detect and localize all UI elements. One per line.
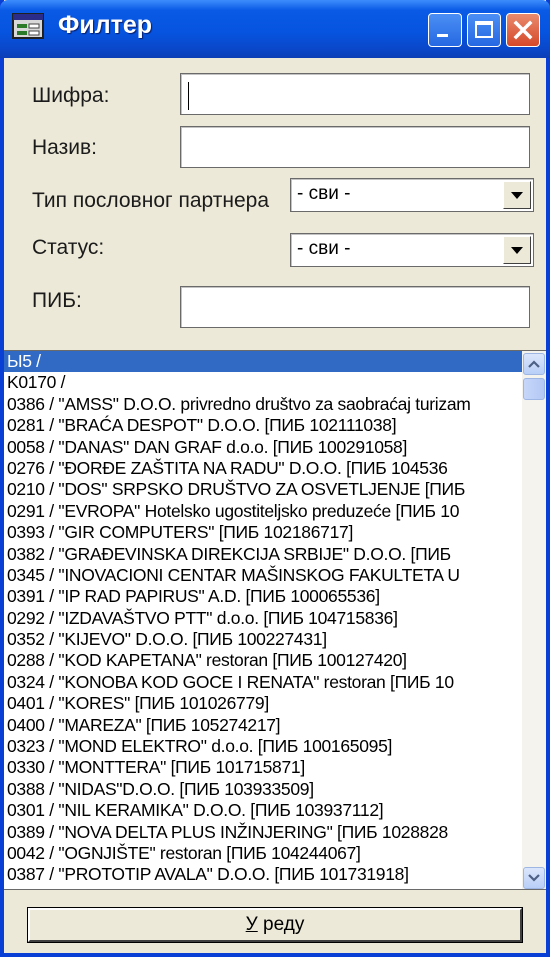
chevron-down-icon xyxy=(511,247,523,254)
list-item[interactable]: 0042 / "OGNJIŠTE" restoran [ПИБ 10424406… xyxy=(4,843,522,864)
filter-dialog: Филтер Шифра: Назив: Тип пословног партн… xyxy=(0,0,550,957)
minimize-icon xyxy=(437,34,448,37)
scroll-up-button[interactable] xyxy=(523,353,545,375)
list-item[interactable]: 0210 / "DOS" SRPSKO DRUŠTVO ZA OSVETLJEN… xyxy=(4,479,522,500)
list-item[interactable]: 0291 / "EVROPA" Hotelsko ugostiteljsko p… xyxy=(4,501,522,522)
list-item[interactable]: 0301 / "NIL KERAMIKA" D.O.O. [ПИБ 103937… xyxy=(4,800,522,821)
list-item[interactable]: 0389 / "NOVA DELTA PLUS INŽINJERING" [ПИ… xyxy=(4,822,522,843)
ok-button[interactable]: У реду xyxy=(27,907,523,943)
ok-button-label: реду xyxy=(257,914,305,935)
text-caret xyxy=(188,82,189,110)
status-select[interactable]: - сви - xyxy=(290,233,534,267)
list-item[interactable]: 0400 / "MAREZA" [ПИБ 105274217] xyxy=(4,715,522,736)
chevron-down-icon xyxy=(528,874,540,882)
list-item[interactable]: 0391 / "IP RAD PAPIRUS" A.D. [ПИБ 100065… xyxy=(4,586,522,607)
form-app-icon xyxy=(12,13,44,39)
partner-type-dropdown-button[interactable] xyxy=(503,181,531,209)
sifra-label: Шифра: xyxy=(32,84,110,107)
list-item[interactable]: 0393 / "GIR COMPUTERS" [ПИБ 102186717] xyxy=(4,522,522,543)
list-item[interactable]: 0281 / "BRAĆA DESPOT" D.O.O. [ПИБ 102111… xyxy=(4,415,522,436)
partner-list: Ы5 /K0170 /0386 / "AMSS" D.O.O. privredn… xyxy=(4,351,522,889)
status-dropdown-button[interactable] xyxy=(503,236,531,264)
ok-button-mnemonic: У xyxy=(245,914,258,935)
list-item[interactable]: 0345 / "INOVACIONI CENTAR MAŠINSKOG FAKU… xyxy=(4,565,522,586)
list-item[interactable]: K0170 / xyxy=(4,372,522,393)
maximize-button[interactable] xyxy=(467,13,501,47)
status-value: - сви - xyxy=(297,238,351,259)
pib-input[interactable] xyxy=(180,286,530,328)
list-item[interactable]: 0276 / "ĐORĐE ZAŠTITA NA RADU" D.O.O. [П… xyxy=(4,458,522,479)
chevron-up-icon xyxy=(528,360,540,368)
partner-type-value: - сви - xyxy=(297,183,351,204)
list-item[interactable]: 0288 / "KOD KAPETANA" restoran [ПИБ 1001… xyxy=(4,650,522,671)
list-item[interactable]: Ы5 / xyxy=(4,351,522,373)
list-item[interactable]: 0386 / "AMSS" D.O.O. privredno društvo z… xyxy=(4,394,522,415)
list-item[interactable]: 0058 / "DANAS" DAN GRAF d.o.o. [ПИБ 1002… xyxy=(4,437,522,458)
list-item[interactable]: 0330 / "MONTTERA" [ПИБ 101715871] xyxy=(4,757,522,778)
list-item[interactable]: 0401 / "KORES" [ПИБ 101026779] xyxy=(4,693,522,714)
window-title: Филтер xyxy=(58,11,153,39)
scroll-down-button[interactable] xyxy=(523,867,545,889)
naziv-input[interactable] xyxy=(180,126,530,168)
list-item[interactable]: 0382 / "GRAĐEVINSKA DIREKCIJA SRBIJE" D.… xyxy=(4,544,522,565)
naziv-label: Назив: xyxy=(32,136,97,159)
partner-type-label: Тип пословног партнера xyxy=(32,189,270,212)
maximize-icon xyxy=(475,21,493,38)
list-item[interactable]: 0388 / "NIDAS"D.O.O. [ПИБ 103933509] xyxy=(4,779,522,800)
list-item[interactable]: 0292 / "IZDAVAŠTVO PTT" d.o.o. [ПИБ 1047… xyxy=(4,608,522,629)
list-item[interactable]: 0387 / "PROTOTIP AVALA" D.O.O. [ПИБ 1017… xyxy=(4,864,522,885)
sifra-input[interactable] xyxy=(180,73,530,115)
list-item[interactable]: 0324 / "KONOBA KOD GOCE I RENATA" restor… xyxy=(4,672,522,693)
close-icon xyxy=(513,20,533,40)
close-button[interactable] xyxy=(506,13,540,47)
pib-label: ПИБ: xyxy=(32,289,82,312)
partner-type-select[interactable]: - сви - xyxy=(290,178,534,212)
chevron-down-icon xyxy=(511,192,523,199)
list-item[interactable]: 0323 / "MOND ELEKTRO" d.o.o. [ПИБ 100165… xyxy=(4,736,522,757)
scroll-thumb[interactable] xyxy=(523,378,545,400)
partner-listbox[interactable]: Ы5 /K0170 /0386 / "AMSS" D.O.O. privredn… xyxy=(4,350,546,890)
list-item[interactable]: 0352 / "KIJEVO" D.O.O. [ПИБ 100227431] xyxy=(4,629,522,650)
vertical-scrollbar[interactable] xyxy=(522,351,546,889)
status-label: Статус: xyxy=(32,236,105,259)
title-bar[interactable]: Филтер xyxy=(0,0,550,58)
minimize-button[interactable] xyxy=(428,13,462,47)
